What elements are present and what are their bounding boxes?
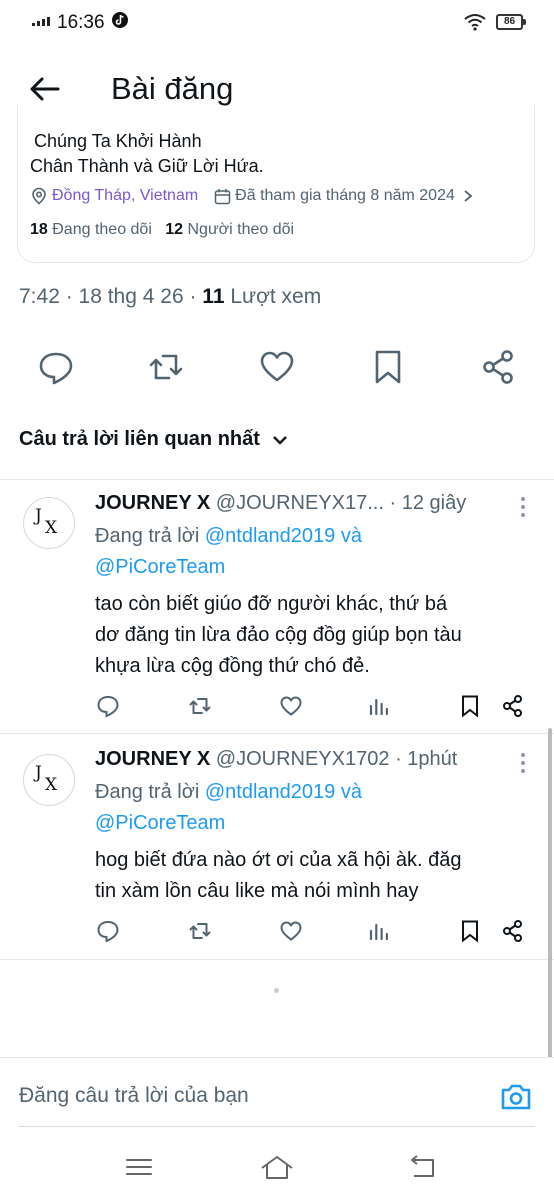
reply-author-name[interactable]: JOURNEY X: [95, 492, 210, 514]
profile-meta: Đồng Tháp, Vietnam Đã tham gia tháng 8 n…: [30, 187, 473, 205]
replying-to-line2: @PiCoreTeam: [95, 812, 225, 835]
scrollbar[interactable]: [548, 728, 552, 1058]
reply-text-line: dơ đăng tin lừa đảo cộg đồg giúp bọn tàu: [95, 624, 462, 646]
followers-count: 12: [165, 221, 184, 238]
post-timestamp: 7:42 · 18 thg 4 26 · 11 Lượt xem: [19, 285, 322, 308]
profile-location[interactable]: Đồng Tháp, Vietnam: [52, 187, 198, 205]
following-label: Đang theo dõi: [52, 221, 152, 238]
divider: [0, 733, 554, 734]
avatar-logo-icon: J X: [35, 763, 58, 795]
repost-icon[interactable]: [147, 348, 185, 386]
calendar-icon: [214, 188, 231, 204]
mention-link[interactable]: @PiCoreTeam: [95, 556, 225, 578]
repost-icon[interactable]: [188, 694, 212, 718]
analytics-icon[interactable]: [367, 919, 391, 943]
wifi-icon: [464, 14, 486, 31]
reply-icon[interactable]: [96, 919, 120, 943]
profile-card[interactable]: [17, 105, 535, 263]
profile-bio-line: Chúng Ta Khởi Hành: [34, 131, 202, 151]
like-heart-icon[interactable]: [258, 348, 296, 386]
page-title: Bài đăng: [111, 71, 234, 106]
views-label: Lượt xem: [230, 285, 322, 308]
more-options-icon[interactable]: [520, 752, 526, 774]
share-icon[interactable]: [501, 919, 525, 943]
reply-text-line: khựa lừa cộg đồng thứ chó đẻ.: [95, 655, 370, 677]
reply-text-line: hog biết đứa nào ớt ơi của xã hội àk. đă…: [95, 849, 462, 871]
reply-sort-dropdown[interactable]: Câu trả lời liên quan nhất: [19, 428, 288, 451]
status-bar: 16:36 86: [0, 0, 554, 44]
divider: [0, 959, 554, 960]
back-nav-icon[interactable]: [405, 1152, 439, 1182]
reply-time: · 12 giây: [389, 492, 467, 514]
battery-indicator: 86: [496, 14, 526, 30]
following-count: 18: [30, 221, 48, 238]
reply-icon[interactable]: [96, 694, 120, 718]
signal-icon: [32, 17, 50, 26]
like-heart-icon[interactable]: [279, 694, 303, 718]
profile-joined-date: Đã tham gia tháng 8 năm 2024: [235, 187, 455, 204]
divider: [0, 479, 554, 480]
camera-icon[interactable]: [499, 1081, 533, 1113]
status-time: 16:36: [57, 12, 105, 33]
reply-header: JOURNEY X @JOURNEYX17... · 12 giây: [95, 492, 466, 515]
loading-indicator: [274, 988, 279, 993]
reply-author-handle[interactable]: @JOURNEYX1702: [216, 748, 390, 770]
back-arrow-icon[interactable]: [28, 72, 62, 106]
share-icon[interactable]: [501, 694, 525, 718]
avatar[interactable]: J X: [23, 497, 75, 549]
reply-composer-input[interactable]: Đăng câu trả lời của bạn: [19, 1084, 249, 1108]
reply-text-line: tao còn biết giúo đỡ người khác, thứ bá: [95, 593, 448, 615]
reply-author-name[interactable]: JOURNEY X: [95, 748, 210, 770]
bookmark-icon[interactable]: [369, 348, 407, 386]
chevron-right-icon[interactable]: [463, 189, 473, 203]
replying-to: Đang trả lời @ntdland2019 và: [95, 781, 362, 803]
more-options-icon[interactable]: [520, 496, 526, 518]
analytics-icon[interactable]: [367, 694, 391, 718]
mention-link[interactable]: @ntdland2019: [205, 525, 335, 547]
reply-header: JOURNEY X @JOURNEYX1702 · 1phút: [95, 748, 457, 771]
divider: [0, 1057, 554, 1058]
reply-text-line: tin xàm lồn câu like mà nói mình hay: [95, 880, 419, 902]
reply-icon[interactable]: [37, 348, 75, 386]
reply-time: · 1phút: [395, 748, 458, 770]
home-icon[interactable]: [260, 1152, 294, 1182]
follow-stats[interactable]: 18 Đang theo dõi 12 Người theo dõi: [30, 221, 294, 239]
reply-author-handle[interactable]: @JOURNEYX17...: [216, 492, 384, 514]
replying-to-line2: @PiCoreTeam: [95, 556, 225, 579]
bookmark-icon[interactable]: [458, 919, 482, 943]
views-count: 11: [202, 285, 225, 308]
menu-icon[interactable]: [122, 1152, 156, 1182]
sort-label: Câu trả lời liên quan nhất: [19, 428, 260, 450]
avatar[interactable]: J X: [23, 754, 75, 806]
like-heart-icon[interactable]: [279, 919, 303, 943]
mention-link[interactable]: @PiCoreTeam: [95, 812, 225, 834]
followers-label: Người theo dõi: [187, 221, 295, 238]
chevron-down-icon: [273, 435, 287, 445]
tiktok-icon: [112, 12, 128, 28]
avatar-logo-icon: J X: [35, 506, 58, 538]
composer-underline: [19, 1126, 535, 1127]
replying-to: Đang trả lời @ntdland2019 và: [95, 525, 362, 547]
repost-icon[interactable]: [188, 919, 212, 943]
profile-bio-line: Chân Thành và Giữ Lời Hứa.: [30, 156, 264, 176]
location-pin-icon: [32, 187, 46, 205]
share-icon[interactable]: [480, 348, 518, 386]
mention-link[interactable]: @ntdland2019: [205, 781, 335, 803]
bookmark-icon[interactable]: [458, 694, 482, 718]
